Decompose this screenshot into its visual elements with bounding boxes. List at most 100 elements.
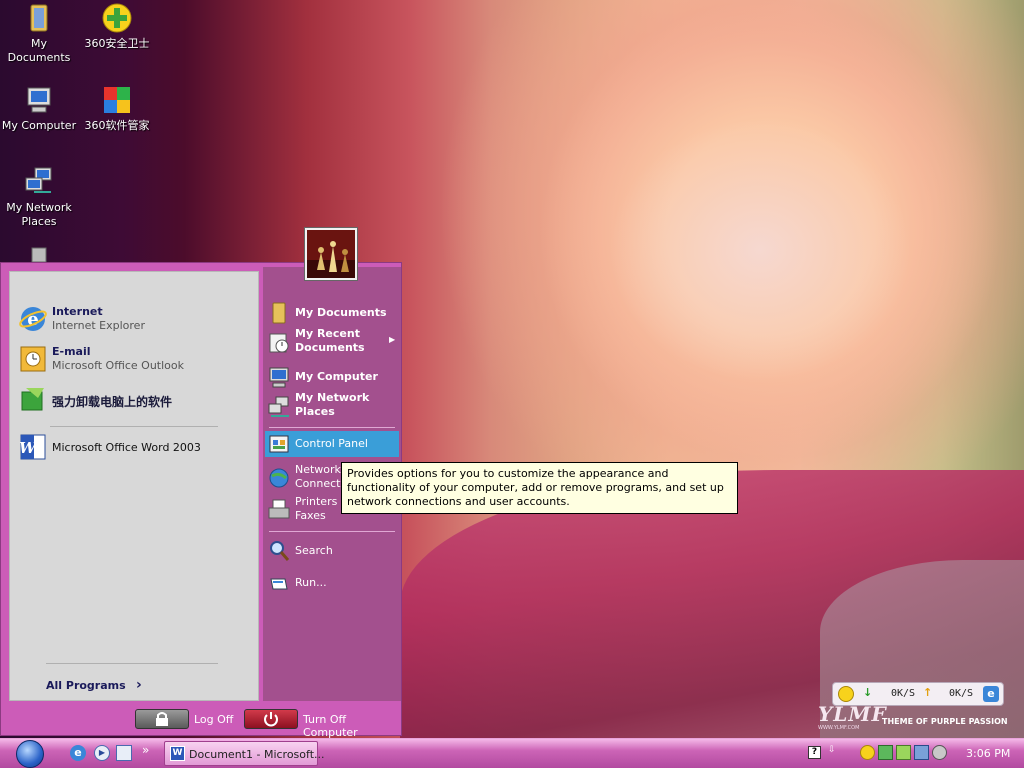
svg-text:W: W	[19, 439, 38, 457]
control-panel-icon	[267, 432, 291, 456]
places-label: My Computer	[295, 370, 378, 383]
all-programs-button[interactable]: All Programs ›	[46, 677, 156, 697]
places-my-network-places[interactable]: My Network Places	[265, 391, 399, 421]
outlook-icon	[18, 344, 48, 374]
internet-explorer-icon[interactable]: e	[70, 745, 86, 761]
quick-launch-overflow[interactable]: »	[142, 743, 149, 757]
task-button-word-document[interactable]: W Document1 - Microsoft...	[164, 741, 325, 766]
tray-app-icon[interactable]	[878, 745, 893, 760]
show-desktop-icon[interactable]	[116, 745, 132, 761]
all-programs-label: All Programs	[46, 679, 126, 692]
desktop-icon-my-computer[interactable]: My Computer	[0, 84, 78, 133]
tray-app-icon[interactable]	[896, 745, 911, 760]
download-arrow-icon: ↓	[863, 686, 873, 699]
places-separator	[269, 427, 395, 428]
chevron-right-icon: ›	[136, 677, 142, 693]
lock-icon	[135, 709, 189, 729]
theme-branding: YLMF WWW.YLMF.COM THEME OF PURPLE PASSIO…	[812, 700, 1012, 734]
network-status-icon[interactable]	[914, 745, 929, 760]
system-tray: ? ⇩ 3:06 PM	[806, 739, 1024, 768]
places-search[interactable]: Search	[265, 539, 399, 563]
places-label-line2: Places	[295, 405, 335, 418]
desktop-icon-network-places[interactable]: My Network Places	[0, 166, 78, 229]
taskbar: e ▶ » W Document1 - Microsoft... ? ⇩ 3:0…	[0, 738, 1024, 768]
submenu-arrow-icon: ▶	[389, 335, 396, 344]
pinned-internet[interactable]: e Internet Internet Explorer	[14, 302, 254, 338]
power-icon	[244, 709, 298, 729]
log-off-button[interactable]: Log Off	[133, 707, 235, 731]
desktop-icon-label-line2: Places	[21, 215, 57, 228]
places-label-line1: Printers a	[295, 495, 348, 508]
user-picture[interactable]	[304, 227, 358, 281]
desktop-icon-label: My Computer	[1, 119, 77, 132]
places-run[interactable]: Run...	[265, 571, 399, 595]
internet-explorer-icon: e	[18, 304, 48, 334]
360-safe-tray-icon[interactable]	[860, 745, 875, 760]
upload-arrow-icon: ↑	[923, 686, 933, 699]
download-speed: 0K/S	[891, 688, 916, 699]
desktop-icon-label: 360软件管家	[84, 119, 150, 132]
places-my-computer[interactable]: My Computer	[265, 365, 399, 389]
network-places-icon	[267, 395, 291, 419]
places-control-panel[interactable]: Control Panel	[265, 431, 399, 457]
places-label: Control Panel	[295, 437, 368, 450]
desktop-icon-label-line1: My Network	[6, 201, 72, 214]
language-bar-icon[interactable]: ⇩	[828, 745, 836, 755]
help-icon[interactable]: ?	[808, 746, 821, 759]
places-separator	[269, 531, 395, 532]
turn-off-button[interactable]: Turn Off Computer	[242, 707, 398, 739]
places-label-line2: Documents	[295, 341, 365, 354]
places-my-recent-documents[interactable]: My Recent Documents ▶	[265, 327, 399, 357]
printers-icon	[267, 498, 291, 522]
word-icon: W	[18, 432, 48, 462]
run-icon	[267, 571, 291, 595]
places-label-line1: Network	[295, 463, 341, 476]
start-menu-footer: Log Off Turn Off Computer	[1, 703, 401, 739]
desktop-icon-my-documents[interactable]: My Documents	[0, 2, 78, 65]
pinned-subtitle: Microsoft Office Outlook	[52, 359, 184, 372]
my-computer-icon	[267, 365, 291, 389]
places-label: My Documents	[295, 306, 387, 319]
360-software-manager-icon	[101, 84, 133, 116]
360-safe-icon	[101, 2, 133, 34]
chess-pieces-icon	[307, 230, 355, 278]
places-label-line1: My Network	[295, 391, 370, 404]
desktop-icon-360-software-manager[interactable]: 360软件管家	[78, 84, 156, 133]
places-label-line2: Faxes	[295, 509, 326, 522]
log-off-label: Log Off	[194, 713, 234, 726]
clock[interactable]: 3:06 PM	[966, 747, 1010, 760]
brand-logo: YLMF	[818, 702, 887, 726]
recent-documents-icon	[267, 331, 291, 355]
uninstall-tool-icon	[18, 384, 48, 414]
places-label: Search	[295, 544, 333, 557]
word-icon: W	[170, 746, 185, 761]
turn-off-label: Turn Off Computer	[303, 713, 358, 739]
places-label: Run...	[295, 576, 327, 589]
pinned-subtitle: Internet Explorer	[52, 319, 145, 332]
my-documents-icon	[23, 2, 55, 34]
recent-program-title: Microsoft Office Word 2003	[52, 441, 201, 454]
pinned-uninstaller[interactable]: 强力卸载电脑上的软件	[14, 382, 254, 418]
task-button-label: Document1 - Microsoft...	[189, 748, 325, 761]
search-icon	[267, 539, 291, 563]
desktop-icon-recycle-bin[interactable]	[0, 246, 78, 262]
places-my-documents[interactable]: My Documents	[265, 301, 399, 324]
control-panel-tooltip: Provides options for you to customize th…	[341, 462, 738, 514]
volume-icon[interactable]	[932, 745, 947, 760]
network-places-icon	[23, 166, 55, 198]
brand-url: WWW.YLMF.COM	[818, 725, 860, 731]
pinned-title: 强力卸载电脑上的软件	[52, 395, 173, 409]
recent-program-word[interactable]: W Microsoft Office Word 2003	[14, 430, 254, 466]
start-button[interactable]	[4, 739, 56, 769]
pinned-email[interactable]: E-mail Microsoft Office Outlook	[14, 342, 254, 378]
start-menu-programs-pane: e Internet Internet Explorer E-mail Micr…	[9, 271, 259, 701]
recycle-bin-icon	[23, 246, 55, 262]
windows-orb-icon	[16, 740, 44, 768]
quick-launch: e ▶ »	[68, 743, 160, 764]
network-connections-icon	[267, 466, 291, 490]
desktop-icon-label: My Documents	[7, 37, 71, 64]
media-player-icon[interactable]: ▶	[94, 745, 110, 761]
places-label-line1: My Recent	[295, 327, 360, 340]
pinned-title: Internet	[52, 305, 103, 318]
desktop-icon-360-safe[interactable]: 360安全卫士	[78, 2, 156, 51]
